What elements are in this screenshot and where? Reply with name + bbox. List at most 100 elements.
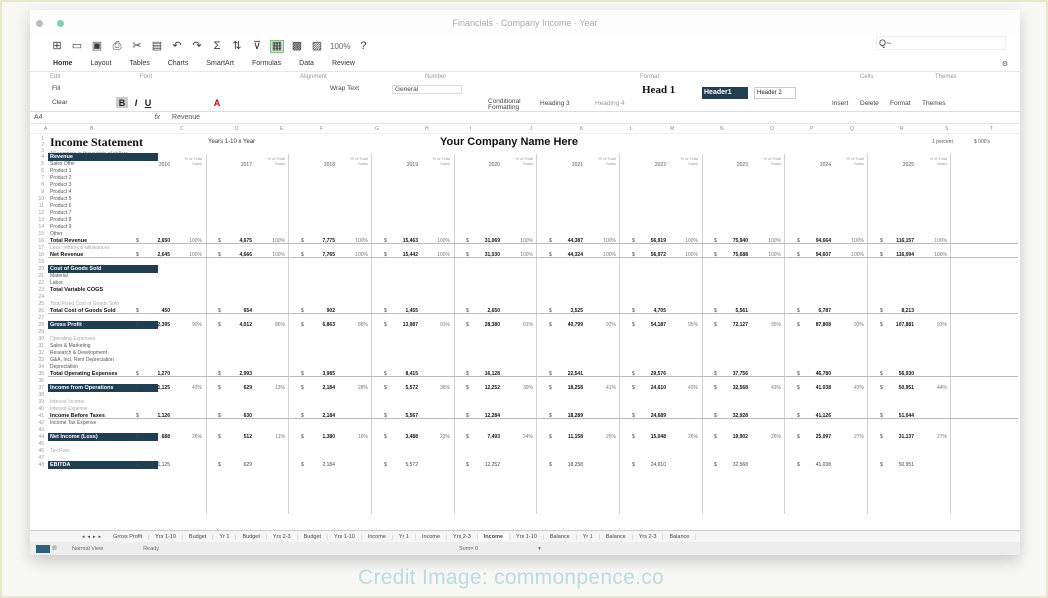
style-header1[interactable]: Header1 <box>702 87 748 99</box>
conditional-formatting-button[interactable]: Conditional Formatting <box>488 98 528 111</box>
spreadsheet-grid[interactable]: Income Statement All numbers in thousand… <box>30 132 1020 530</box>
style-heading4[interactable]: Heading 4 <box>595 100 625 107</box>
style-header2[interactable]: Header 2 <box>754 87 796 99</box>
value-cell: 50,951 <box>898 462 914 468</box>
pct-cell: 25% <box>605 434 616 440</box>
currency-sign: $ <box>301 434 304 440</box>
print-icon[interactable]: ⎙ <box>110 40 124 53</box>
help-icon[interactable]: ? <box>356 40 370 53</box>
clear-button[interactable]: Clear <box>52 99 68 106</box>
sheet-tab[interactable]: Yrs 1-10 <box>149 533 183 540</box>
sheet-tab[interactable]: Yrs 1-10 <box>510 533 544 540</box>
sheet-tab[interactable]: Yrs 2-3 <box>267 533 298 540</box>
currency-sign: $ <box>632 322 635 328</box>
normal-view-icon[interactable] <box>36 544 50 553</box>
gallery-icon[interactable]: ▦ <box>270 39 284 53</box>
row-label: Product 9 <box>50 224 72 230</box>
group-cells: Cells <box>860 74 874 80</box>
sheet-tab[interactable]: Budget <box>236 533 267 540</box>
column-separator <box>371 154 372 514</box>
sum-dropdown-icon[interactable]: ▾ <box>538 546 541 552</box>
zoom-level[interactable]: 100% <box>330 42 350 51</box>
save-icon[interactable]: ▣ <box>90 40 104 53</box>
row-number: 46 <box>38 448 44 454</box>
fill-button[interactable]: Fill <box>52 85 60 92</box>
underline-button[interactable]: U <box>143 97 153 108</box>
sheet-tab[interactable]: Income <box>477 533 511 540</box>
sheet-tab[interactable]: Budget <box>183 533 214 540</box>
tab-charts[interactable]: Charts <box>159 60 198 67</box>
value-cell: 2,184 <box>322 462 335 468</box>
pct-cell: 23% <box>439 434 450 440</box>
sort-icon[interactable]: ⇅ <box>230 40 244 53</box>
redo-icon[interactable]: ↷ <box>190 40 204 53</box>
tab-navigation[interactable]: ◂ ◂ ▸ ▸ <box>82 534 101 540</box>
row-number: 30 <box>38 336 44 342</box>
name-box[interactable]: A4 <box>34 114 43 121</box>
total-rule <box>48 242 1018 244</box>
row-label: Income Tax Expense <box>50 420 97 426</box>
autosum-icon[interactable]: Σ <box>210 40 224 53</box>
tab-home[interactable]: Home <box>44 60 81 67</box>
new-icon[interactable]: ⊞ <box>50 40 64 53</box>
gear-icon[interactable]: ⚙ <box>1002 60 1008 68</box>
row-number: 35 <box>38 371 44 377</box>
page-layout-icon[interactable]: ▥ <box>52 545 62 553</box>
column-separator <box>206 154 207 514</box>
undo-icon[interactable]: ↶ <box>170 40 184 53</box>
cut-icon[interactable]: ✂ <box>130 40 144 53</box>
pct-cell: 36% <box>439 385 450 391</box>
sheet-tab[interactable]: Yrs 2-3 <box>633 533 664 540</box>
number-format-select[interactable]: General <box>392 85 462 94</box>
search-input[interactable]: Q~ <box>876 36 1006 50</box>
pct-cell: 92% <box>605 322 616 328</box>
column-separator <box>454 154 455 514</box>
sheet-tab[interactable]: Yrs 2-3 <box>447 533 478 540</box>
tab-formulas[interactable]: Formulas <box>243 60 290 67</box>
sheet-tab[interactable]: Yrs 1-10 <box>328 533 362 540</box>
italic-button[interactable]: I <box>131 97 141 108</box>
pct-cell: 27% <box>853 434 864 440</box>
sheet-tab[interactable]: Gross Profit <box>107 533 150 540</box>
status-bar: ▥ Normal View Ready Sum= 0 ▾ <box>30 542 1020 555</box>
filter-icon[interactable]: ⊽ <box>250 40 264 53</box>
tab-layout[interactable]: Layout <box>81 60 120 67</box>
value-cell: 512 <box>243 434 252 440</box>
currency-sign: $ <box>384 434 387 440</box>
formula-input[interactable]: Revenue <box>172 114 200 121</box>
font-color-icon[interactable]: A <box>212 97 222 108</box>
sheet-tab[interactable]: Yr 1 <box>393 533 416 540</box>
style-head1[interactable]: Head 1 <box>642 84 675 96</box>
row-number: 18 <box>38 252 44 258</box>
currency-sign: $ <box>549 385 552 391</box>
open-icon[interactable]: ▭ <box>70 40 84 53</box>
tab-review[interactable]: Review <box>323 60 364 67</box>
sheet-tab[interactable]: Yr 1 <box>213 533 237 540</box>
paste-icon[interactable]: ▤ <box>150 40 164 53</box>
style-heading3[interactable]: Heading 3 <box>540 100 570 107</box>
row-number: 45 <box>38 441 44 447</box>
sheet-tab[interactable]: Yr 1 <box>577 533 600 540</box>
insert-button[interactable]: Insert <box>832 100 848 107</box>
toolbox-icon[interactable]: ▩ <box>290 40 304 53</box>
fx-icon[interactable]: fx <box>155 114 160 121</box>
years-label: Years 1-10 x Year <box>208 139 256 145</box>
sheet-tab[interactable]: Income <box>362 533 393 540</box>
delete-button[interactable]: Delete <box>860 100 879 107</box>
row-label: G&A, Incl. Rent Depreciation <box>50 357 114 363</box>
format-button[interactable]: Format <box>890 100 911 107</box>
tab-smartart[interactable]: SmartArt <box>197 60 243 67</box>
year-header: 2021 <box>571 162 583 168</box>
sheet-tab[interactable]: Budget <box>298 533 329 540</box>
sheet-tab[interactable]: Balance <box>663 533 697 540</box>
bold-button[interactable]: B <box>116 97 128 108</box>
tab-data[interactable]: Data <box>290 60 323 67</box>
sheet-tab[interactable]: Balance <box>544 533 577 540</box>
sheet-tab[interactable]: Income <box>416 533 448 540</box>
themes-button[interactable]: Themes <box>922 100 945 107</box>
sheet-tab[interactable]: Balance <box>600 533 633 540</box>
wrap-text-button[interactable]: Wrap Text <box>330 85 359 92</box>
media-icon[interactable]: ▨ <box>310 40 324 53</box>
row-label: Sales Offer <box>50 161 75 167</box>
tab-tables[interactable]: Tables <box>120 60 158 67</box>
